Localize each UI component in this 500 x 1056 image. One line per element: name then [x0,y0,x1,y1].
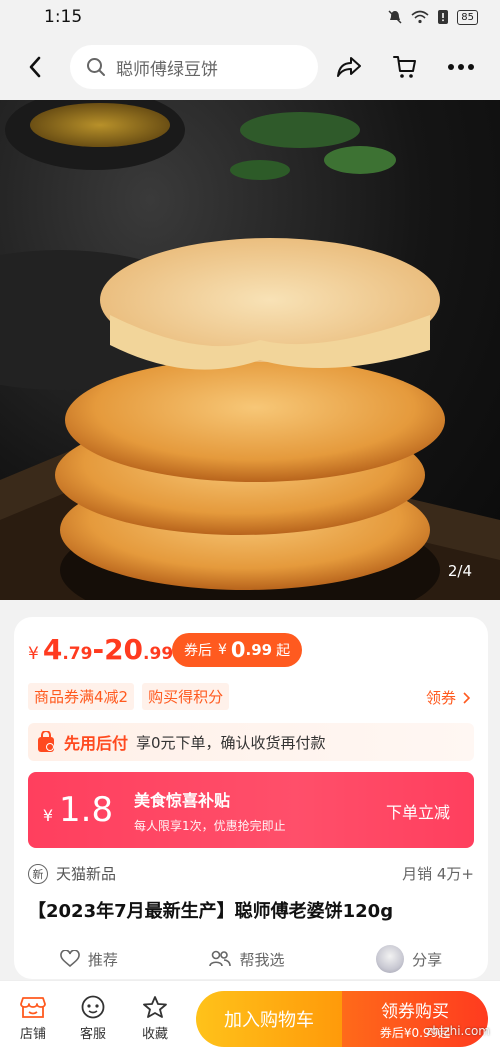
recommend-label: 推荐 [87,950,118,969]
price-high-int: 20 [104,633,144,666]
help-choose-button[interactable]: 帮我选 [209,949,284,970]
back-button[interactable] [0,34,70,100]
status-time: 1:15 [44,7,83,27]
price-low-dec: .79 [62,644,93,664]
pay-later-desc: 享0元下单，确认收货再付款 [136,733,326,752]
buy-label: 领券购买 [381,1002,449,1022]
mute-icon [388,10,402,24]
product-image-carousel[interactable]: 2/4 [0,100,500,600]
price-dash: - [92,633,105,666]
subsidy-cta[interactable]: 下单立减 [386,799,450,823]
price-yen: ¥ [28,644,39,664]
chevron-left-icon [29,56,41,78]
status-bar: 1:15 85 [0,0,500,34]
battery-icon: 85 [457,9,478,25]
promo-tag: 商品券满4减2 [28,683,135,710]
coupon-int: 0 [230,638,246,662]
add-to-cart-label: 加入购物车 [224,1010,314,1031]
coupon-dec: .99 [245,641,273,659]
more-icon [448,64,474,70]
product-actions: 推荐 帮我选 分享 [14,945,488,973]
heart-icon [60,950,80,968]
add-to-cart-button[interactable]: 加入购物车 [196,991,342,1047]
avatar [376,945,405,973]
coupon-price-badge: 券后 ¥ 0 .99 起 [172,633,303,667]
status-icons: 85 [387,9,478,25]
get-coupon-link[interactable]: 领券 [426,687,470,708]
subsidy-subtitle: 每人限享1次，优惠抢完即止 [134,818,286,833]
store-label: 店铺 [19,1027,46,1042]
coupon-yen: ¥ [218,642,227,658]
subsidy-amount: ¥ 1.8 [28,790,128,830]
subsidy-yen: ¥ [42,806,54,825]
shopping-bag-icon [38,731,54,752]
people-icon [209,950,232,967]
help-choose-label: 帮我选 [239,950,285,969]
coupon-label: 券后 [184,643,212,659]
subsidy-value: 1.8 [59,790,114,830]
buy-with-coupon-button[interactable]: 领券购买 券后¥0.99起 [342,991,488,1047]
promo-tags: 商品券满4减2 购买得积分 [28,683,230,710]
search-placeholder: 聪师傅绿豆饼 [116,59,218,80]
pay-later-banner[interactable]: 先用后付 享0元下单，确认收货再付款 [28,723,474,761]
monthly-sales: 月销 4万+ [402,865,474,883]
store-icon [20,997,46,1018]
product-photo [0,100,500,600]
bottom-action-bar: 店铺 客服 收藏 加入购物车 领券购买 券后¥0.99起 zhizhi.com [0,980,500,1056]
promo-tag: 购买得积分 [142,683,230,710]
cart-button[interactable] [390,52,420,82]
watermark: zhizhi.com [426,1024,490,1038]
top-nav: 聪师傅绿豆饼 [0,34,500,100]
customer-service-button[interactable]: 客服 [68,995,118,1042]
recommend-button[interactable]: 推荐 [60,949,118,970]
star-icon [143,996,167,1018]
share-product-button[interactable]: 分享 [376,945,442,973]
favorite-button[interactable]: 收藏 [130,995,180,1042]
price-range: ¥ 4 .79 - 20 .99 [28,633,173,666]
channel-label: 天猫新品 [56,865,117,883]
favorite-label: 收藏 [141,1027,168,1042]
cart-icon [393,56,416,78]
get-coupon-label: 领券 [425,689,456,707]
more-button[interactable] [446,52,476,82]
pay-later-title: 先用后付 [64,734,129,753]
search-bar[interactable]: 聪师傅绿豆饼 [70,45,318,89]
customer-service-label: 客服 [79,1027,106,1042]
search-icon [87,58,105,76]
food-subsidy-banner[interactable]: ¥ 1.8 美食惊喜补贴 每人限享1次，优惠抢完即止 下单立减 [28,772,474,848]
share-label: 分享 [412,950,443,969]
product-info-card: ¥ 4 .79 - 20 .99 券后 ¥ 0 .99 起 商品券满4减2 购买… [14,617,488,979]
image-counter: 2/4 [447,562,472,580]
chevron-right-icon [463,691,470,704]
subsidy-title: 美食惊喜补贴 [134,790,231,810]
chat-icon [81,995,105,1019]
coupon-suffix: 起 [276,643,291,659]
store-button[interactable]: 店铺 [8,995,58,1042]
share-button[interactable] [334,52,364,82]
wifi-icon [411,10,429,24]
share-icon [337,57,361,77]
alert-icon [438,10,449,24]
product-meta: 新 天猫新品 月销 4万+ [28,863,474,884]
price-high-dec: .99 [143,644,174,664]
price-low-int: 4 [42,633,63,666]
new-badge-icon: 新 [28,863,48,884]
product-title: 【2023年7月最新生产】聪师傅老婆饼120g [28,901,394,922]
